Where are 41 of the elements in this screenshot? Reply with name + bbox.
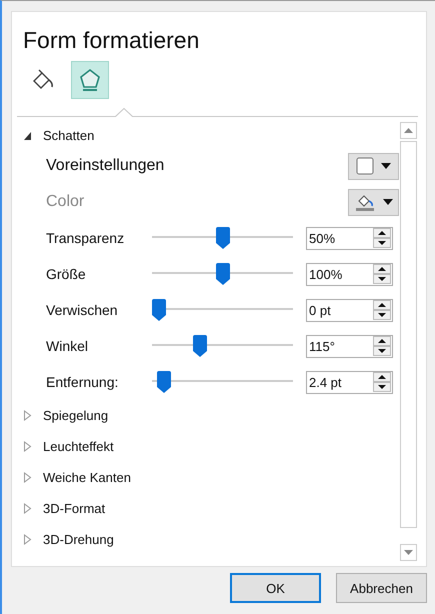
section-header[interactable]: Leuchteffekt — [17, 431, 399, 462]
expanded-triangle-icon — [23, 130, 32, 140]
field-label: Winkel — [46, 338, 90, 354]
section-header[interactable]: 3D-Drehung — [17, 524, 399, 555]
spin-field[interactable]: 50% — [306, 226, 393, 250]
section-header[interactable]: Weiche Kanten — [17, 462, 399, 493]
slider-thumb[interactable] — [192, 335, 207, 357]
section-header[interactable]: Schatten — [17, 122, 399, 148]
collapsed-triangle-icon — [23, 534, 32, 545]
pentagon-icon — [77, 67, 103, 93]
field-label: Color — [46, 193, 86, 211]
scroll-down-icon — [400, 544, 417, 561]
dialog-button[interactable]: OK — [230, 573, 321, 603]
scroll-up-icon — [400, 122, 417, 139]
panel-title: Form formatieren — [22, 26, 200, 55]
caret-icon — [383, 199, 393, 205]
spin-field[interactable]: 2.4 pt — [306, 370, 393, 394]
spin-field[interactable]: 0 pt — [306, 298, 393, 322]
collapsed-triangle-icon — [23, 441, 32, 452]
spin-field[interactable]: 115° — [306, 334, 393, 358]
field-label: Verwischen — [46, 302, 119, 318]
section-header[interactable]: 3D-Format — [17, 493, 399, 524]
caret-icon — [381, 163, 391, 169]
collapsed-triangle-icon — [23, 472, 32, 483]
slider-thumb[interactable] — [152, 299, 166, 321]
field-label: Entfernung: — [46, 374, 120, 390]
blank-preview-icon — [356, 157, 374, 175]
slider-thumb[interactable] — [216, 263, 230, 285]
collapsed-triangle-icon — [23, 410, 32, 421]
field-label: Transparenz — [46, 230, 126, 246]
field-label: Größe — [46, 266, 87, 282]
section-header[interactable]: Spiegelung — [17, 400, 399, 431]
color-dropdown[interactable] — [348, 188, 399, 216]
field-label: Voreinstellungen — [46, 157, 164, 175]
preset-dropdown[interactable] — [348, 152, 399, 180]
scroll-thumb[interactable] — [400, 141, 417, 528]
slider-thumb[interactable] — [216, 227, 230, 249]
spin-field[interactable]: 100% — [306, 262, 393, 286]
dialog-button[interactable]: Abbrechen — [336, 573, 427, 603]
slider-thumb[interactable] — [157, 371, 172, 393]
collapsed-triangle-icon — [23, 503, 32, 514]
